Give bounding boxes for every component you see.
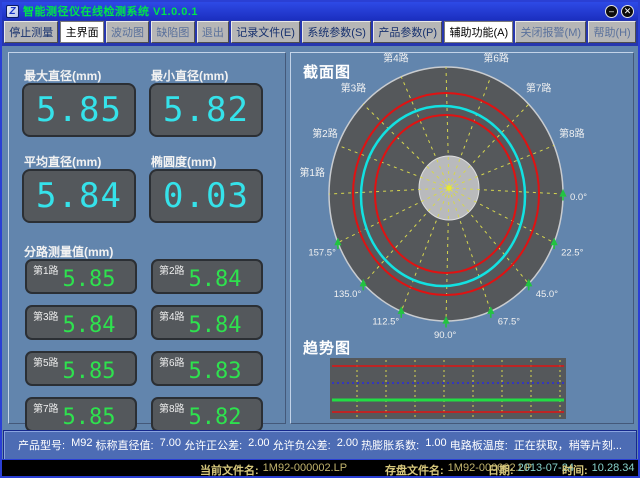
diagram-panel: 第1路 第2路 第3路 第4路 第5路 第6路第7路第8路 0.0° 22.5° 45.0° 67… [290,52,634,424]
menu-bar: 停止测量 主界面 波动图 缺陷图 退出 记录文件(E) 系统参数(S) 产品参数… [2,20,638,46]
status-time: 时间:10.28.34 [562,462,635,478]
channel-6-value: 5.83 [153,359,261,384]
angle-label: 45.0° [536,289,558,300]
channel-4-value: 5.84 [153,313,261,338]
channel-grid: 第1路 5.85 第2路 5.84 第3路 5.84 第4路 5.84 第5路 [25,259,263,432]
measurement-panel: 最大直径(mm) 5.85 最小直径(mm) 5.82 平均直径(mm) 5.8… [8,52,286,424]
max-diameter-label: 最大直径(mm) [24,67,136,81]
channel-6-readout: 第6路 5.83 [151,351,263,386]
section-view-title: 截面图 [303,61,351,82]
angle-label: 22.5° [561,248,583,259]
channel-7-value: 5.85 [27,405,135,430]
menu-record-file[interactable]: 记录文件(E) [231,21,300,43]
menu-main-screen[interactable]: 主界面 [60,21,103,43]
max-diameter-readout: 最大直径(mm) 5.85 [22,67,136,137]
window-title: 智能测径仪在线检测系统 V1.0.0.1 [23,3,198,19]
beam-label: 第8路 [559,127,585,140]
channel-8-value: 5.82 [153,405,261,430]
angle-label: 0.0° [570,192,587,203]
angle-label: 135.0° [334,289,362,300]
menu-product-params[interactable]: 产品参数(P) [373,21,442,43]
channel-3-readout: 第3路 5.84 [25,305,137,340]
menu-defect-chart[interactable]: 缺陷图 [151,21,194,43]
channel-3-value: 5.84 [27,313,135,338]
menu-system-params[interactable]: 系统参数(S) [302,21,371,43]
beam-label: 第3路 [341,82,367,95]
beam-label: 第2路 [312,127,338,140]
beam-label: 第6路 [483,53,509,65]
client-area: 最大直径(mm) 5.85 最小直径(mm) 5.82 平均直径(mm) 5.8… [2,46,638,430]
param-board-temperature: 电路板温度:正在获取，稍等片刻... [450,437,622,453]
menu-help[interactable]: 帮助(H) [588,21,636,43]
channel-2-value: 5.84 [153,267,261,292]
max-diameter-value: 5.85 [36,85,122,135]
avg-diameter-readout: 平均直径(mm) 5.84 [22,153,136,223]
channel-1-readout: 第1路 5.85 [25,259,137,294]
menu-aux-functions[interactable]: 辅助功能(A) [444,21,513,43]
menu-fluctuation[interactable]: 波动图 [106,21,149,43]
beam-label: 第7路 [526,82,552,95]
beam-label: 第4路 [383,53,409,65]
channel-2-readout: 第2路 5.84 [151,259,263,294]
angle-label: 112.5° [372,316,399,327]
channel-5-readout: 第5路 5.85 [25,351,137,386]
section-and-trend-canvas: 第1路 第2路 第3路 第4路 第5路 第6路第7路第8路 0.0° 22.5° 45.0° 67… [291,53,633,423]
min-diameter-readout: 最小直径(mm) 5.82 [149,67,263,137]
status-bar: 当前文件名:1M92-000002.LP 存盘文件名:1M92-000002.L… [2,459,638,476]
channel-7-readout: 第7路 5.85 [25,397,137,432]
param-product-model: 产品型号:M92 [18,437,92,453]
param-expansion-coefficient: 热膨胀系数:1.00 [361,437,446,453]
ovality-label: 椭圆度(mm) [151,153,263,167]
angle-label: 157.5° [308,248,336,259]
title-bar: Z 智能测径仪在线检测系统 V1.0.0.1 – ✕ [2,2,638,20]
beam-label: 第5路 [433,53,459,54]
channel-8-readout: 第8路 5.82 [151,397,263,432]
parameter-bar: 产品型号:M92 标称直径值:7.00 允许正公差:2.00 允许负公差:2.0… [3,430,637,460]
trend-chart [330,358,566,419]
app-window: Z 智能测径仪在线检测系统 V1.0.0.1 – ✕ 停止测量 主界面 波动图 … [0,0,640,478]
min-diameter-value: 5.82 [163,85,249,135]
menu-close-alarm[interactable]: 关闭报警(M) [515,21,586,43]
menu-stop-measure[interactable]: 停止测量 [4,21,58,43]
minimize-button[interactable]: – [605,5,618,18]
avg-diameter-label: 平均直径(mm) [24,153,136,167]
angle-label: 90.0° [434,330,456,341]
channel-5-value: 5.85 [27,359,135,384]
status-current-file: 当前文件名:1M92-000002.LP [200,462,347,478]
close-button[interactable]: ✕ [621,5,634,18]
ovality-value: 0.03 [163,171,249,221]
avg-diameter-value: 5.84 [36,171,122,221]
angle-label: 67.5° [498,316,520,327]
trend-chart-title: 趋势图 [303,337,351,358]
param-minus-tolerance: 允许负公差:2.00 [273,437,358,453]
channel-1-value: 5.85 [27,267,135,292]
menu-exit[interactable]: 退出 [197,21,229,43]
min-diameter-label: 最小直径(mm) [151,67,263,81]
param-nominal-diameter: 标称直径值:7.00 [96,437,181,453]
beam-label: 第1路 [299,166,325,179]
section-view-diagram: 第1路 第2路 第3路 第4路 第5路 第6路第7路第8路 0.0° 22.5° 45.0° 67… [299,53,587,341]
app-logo-icon: Z [6,5,19,18]
channel-section-label: 分路测量值(mm) [24,243,113,260]
channel-4-readout: 第4路 5.84 [151,305,263,340]
ovality-readout: 椭圆度(mm) 0.03 [149,153,263,223]
param-plus-tolerance: 允许正公差:2.00 [184,437,269,453]
